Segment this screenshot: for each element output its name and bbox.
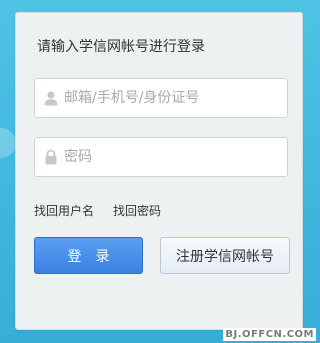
login-panel: 请输入学信网帐号进行登录 找回用户名 找回密码 登录 注册学信网帐号 bbox=[15, 12, 303, 330]
watermark: BJ.OFFCN.COM bbox=[223, 328, 316, 341]
username-input[interactable] bbox=[64, 79, 279, 117]
register-button[interactable]: 注册学信网帐号 bbox=[160, 237, 290, 274]
password-field[interactable] bbox=[34, 137, 288, 177]
username-field[interactable] bbox=[34, 78, 288, 118]
recover-password-link[interactable]: 找回密码 bbox=[113, 204, 161, 218]
recover-username-link[interactable]: 找回用户名 bbox=[34, 204, 94, 218]
user-icon bbox=[44, 91, 58, 106]
lock-icon bbox=[45, 149, 57, 165]
login-button[interactable]: 登录 bbox=[34, 237, 143, 274]
password-input[interactable] bbox=[64, 138, 279, 176]
login-title: 请输入学信网帐号进行登录 bbox=[37, 39, 205, 55]
recovery-links: 找回用户名 找回密码 bbox=[34, 202, 180, 219]
background-decoration bbox=[0, 128, 16, 158]
